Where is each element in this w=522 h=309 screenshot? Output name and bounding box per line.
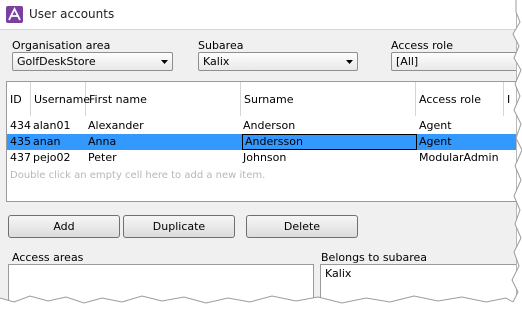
torn-edge-decoration [0, 0, 522, 309]
